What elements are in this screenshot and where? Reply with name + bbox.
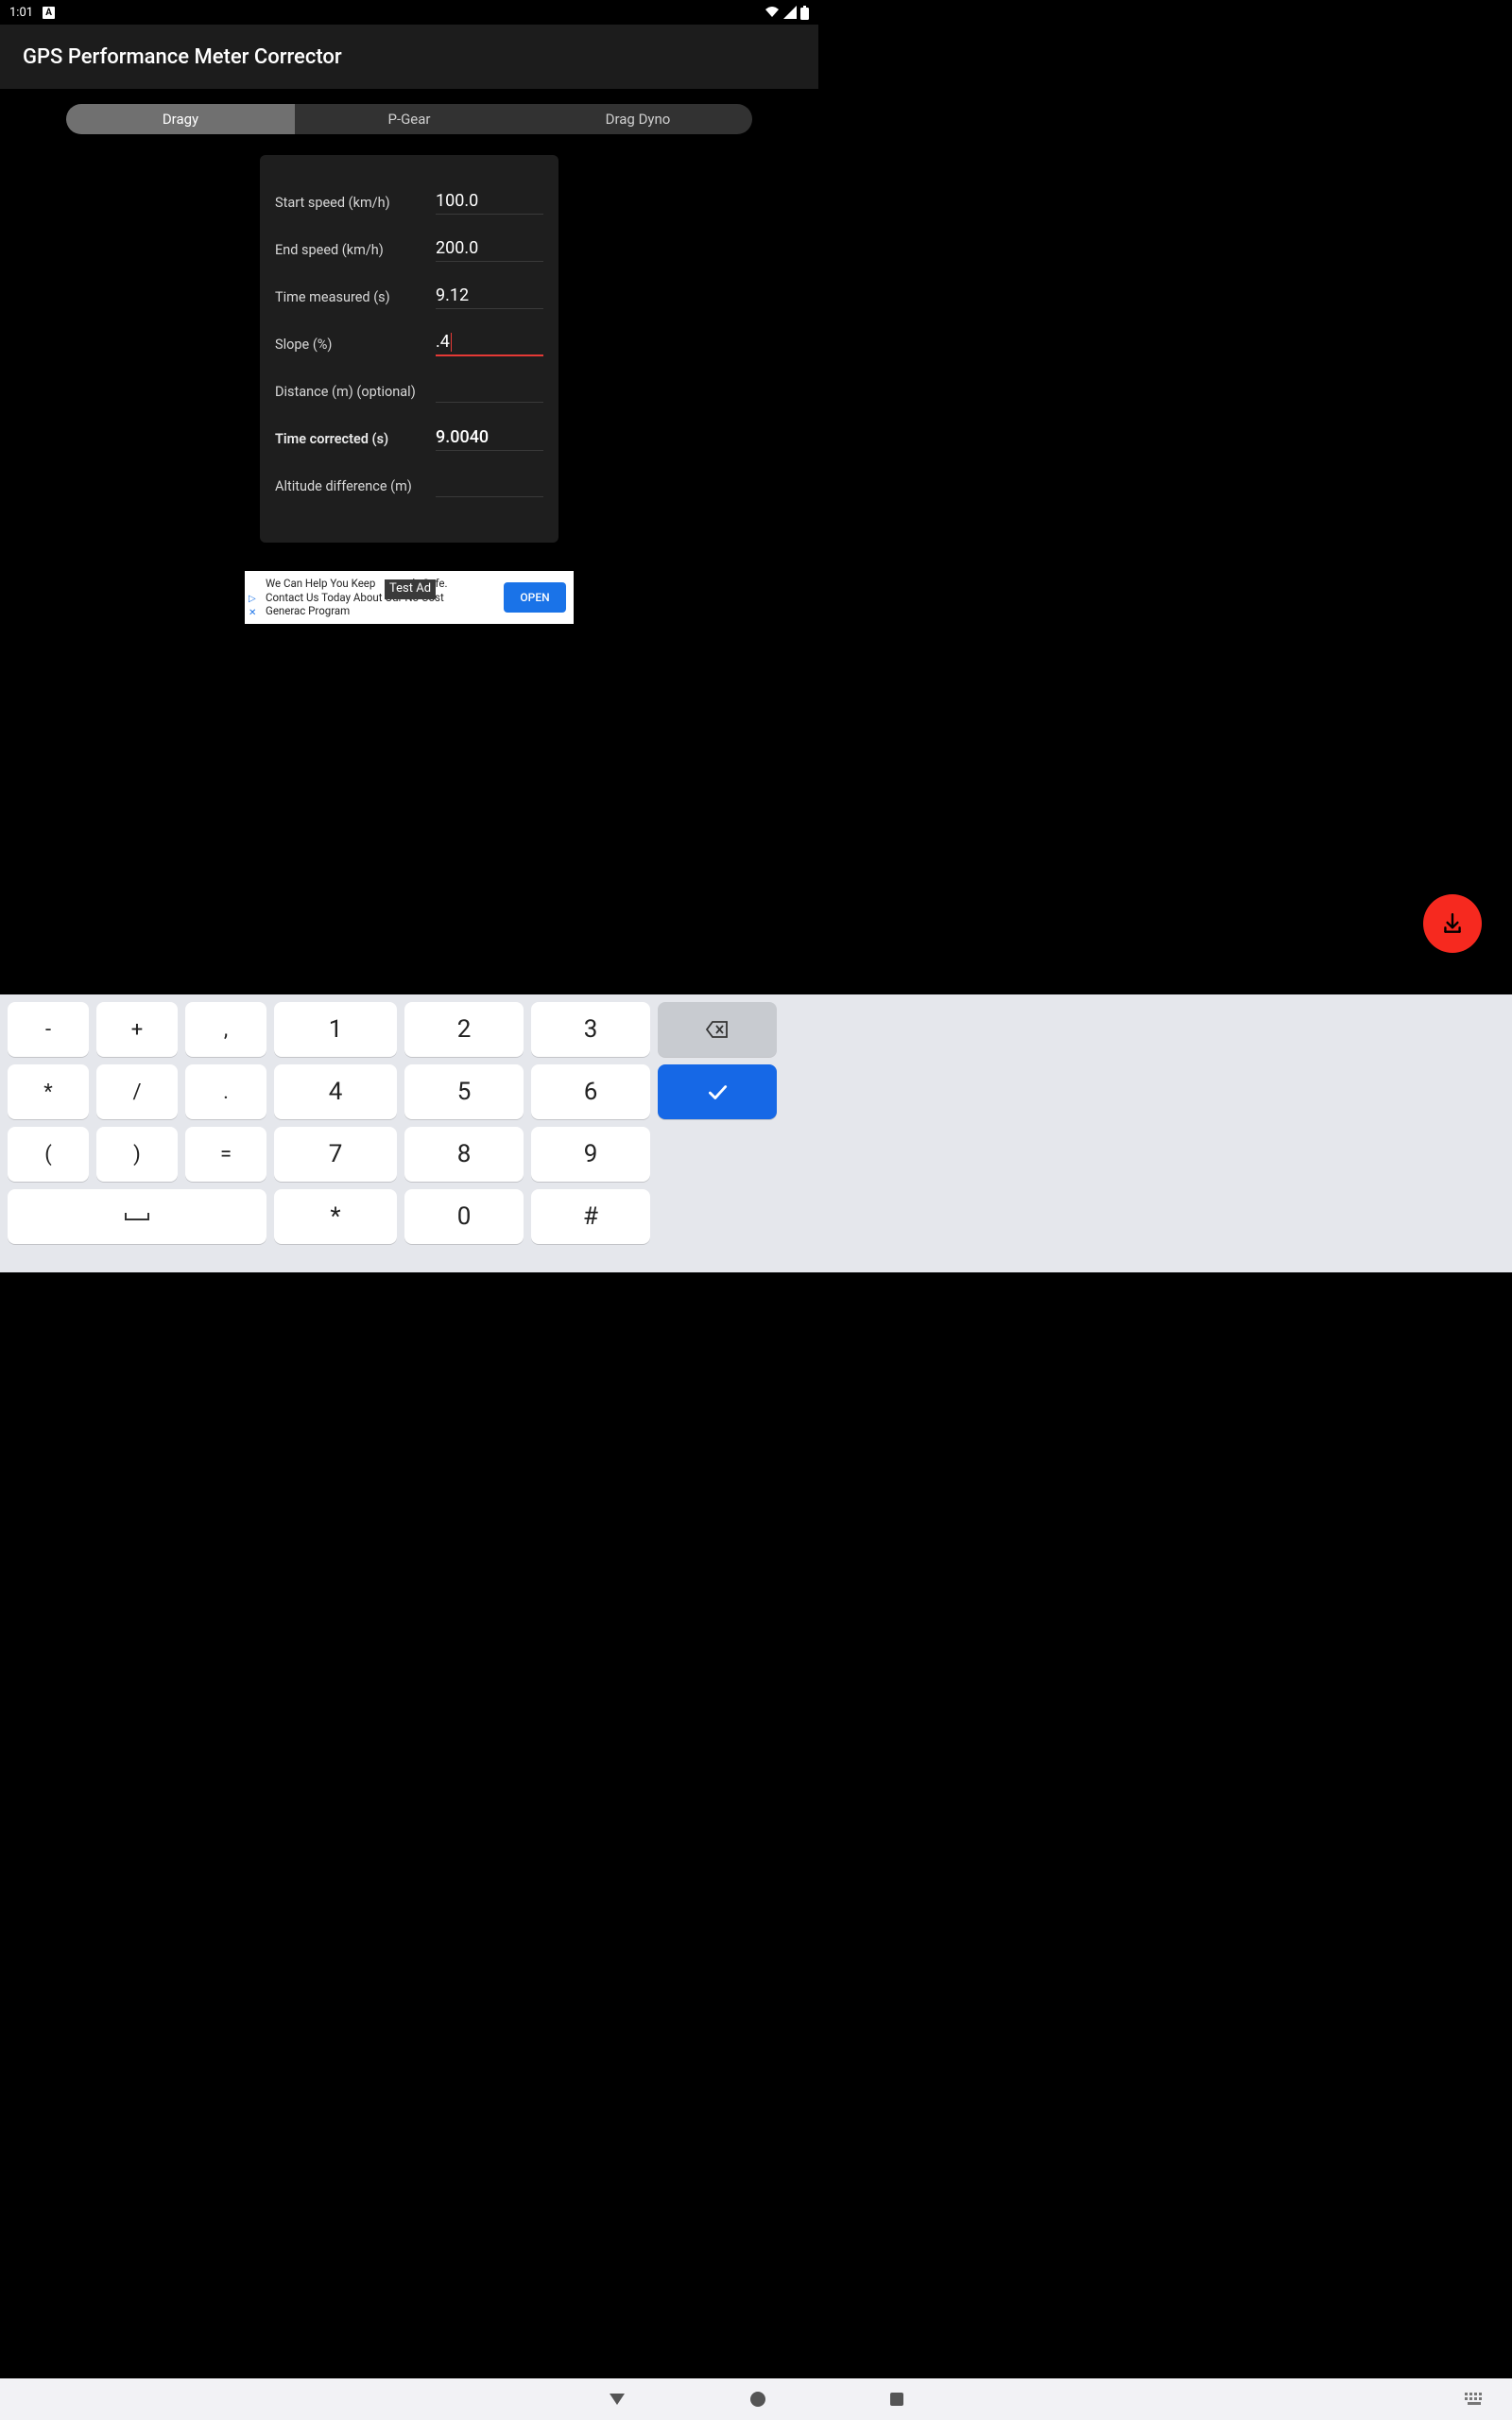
tab-strip: Dragy P-Gear Drag Dyno	[66, 104, 752, 134]
label-altitude-diff: Altitude difference (m)	[275, 478, 436, 494]
ad-badge: Test Ad	[385, 579, 436, 598]
key-comma[interactable]: ,	[185, 1002, 266, 1057]
key-6[interactable]: 6	[531, 1064, 650, 1119]
form-card: Start speed (km/h) 100.0 End speed (km/h…	[260, 155, 558, 543]
ad-open-button[interactable]: OPEN	[504, 582, 566, 613]
input-distance[interactable]	[436, 380, 543, 403]
nav-back-icon[interactable]	[608, 2390, 627, 2409]
kb-gap-4	[784, 1127, 852, 1182]
status-time: 1:01	[9, 6, 33, 20]
numeric-keyboard: - + , 1 2 3 * / . 4 5 6 ( ) = 7 8 9 *	[0, 994, 1512, 1272]
kb-gap-1	[784, 1002, 852, 1057]
key-hash[interactable]: #	[531, 1189, 650, 1244]
key-plus[interactable]: +	[96, 1002, 178, 1057]
android-nav-bar	[0, 2378, 1512, 2420]
kb-gap-6	[784, 1189, 852, 1244]
output-altitude-diff	[436, 475, 543, 497]
slope-value-text: .4	[436, 332, 450, 352]
key-minus[interactable]: -	[8, 1002, 89, 1057]
download-fab[interactable]	[1423, 894, 1482, 953]
key-equals[interactable]: =	[185, 1127, 266, 1182]
key-rparen[interactable]: )	[96, 1127, 178, 1182]
kb-gap-3	[658, 1127, 777, 1182]
app-header: GPS Performance Meter Corrector	[0, 25, 818, 89]
download-icon	[1440, 911, 1465, 936]
nav-keyboard-icon[interactable]	[1465, 2393, 1484, 2406]
key-lparen[interactable]: (	[8, 1127, 89, 1182]
input-end-speed[interactable]: 200.0	[436, 238, 543, 262]
ad-text: We Can Help You KeepTest Adly Safe. Cont…	[266, 577, 498, 617]
key-5[interactable]: 5	[404, 1064, 524, 1119]
key-7[interactable]: 7	[274, 1127, 397, 1182]
label-time-measured: Time measured (s)	[275, 289, 436, 305]
signal-icon	[783, 6, 797, 19]
ad-banner[interactable]: ▷ ✕ We Can Help You KeepTest Adly Safe. …	[245, 571, 574, 624]
key-backspace[interactable]	[658, 1002, 777, 1057]
input-time-measured[interactable]: 9.12	[436, 285, 543, 309]
tab-dragdyno[interactable]: Drag Dyno	[524, 104, 752, 134]
wifi-icon	[765, 6, 780, 19]
label-start-speed: Start speed (km/h)	[275, 195, 436, 211]
status-bar: 1:01 A	[0, 0, 818, 25]
key-dot[interactable]: .	[185, 1064, 266, 1119]
status-app-icon: A	[43, 7, 55, 19]
kb-gap-5	[658, 1189, 777, 1244]
input-slope[interactable]: .4	[436, 332, 543, 356]
key-0[interactable]: 0	[404, 1189, 524, 1244]
key-4[interactable]: 4	[274, 1064, 397, 1119]
nav-overview-icon[interactable]	[889, 2392, 904, 2407]
key-2[interactable]: 2	[404, 1002, 524, 1057]
page-title: GPS Performance Meter Corrector	[23, 45, 342, 69]
key-star[interactable]: *	[8, 1064, 89, 1119]
tab-pgear[interactable]: P-Gear	[295, 104, 524, 134]
label-time-corrected: Time corrected (s)	[275, 431, 436, 447]
space-icon	[124, 1211, 150, 1222]
battery-icon	[800, 6, 809, 20]
backspace-icon	[706, 1021, 729, 1038]
key-star2[interactable]: *	[274, 1189, 397, 1244]
key-slash[interactable]: /	[96, 1064, 178, 1119]
nav-home-icon[interactable]	[749, 2391, 766, 2408]
key-1[interactable]: 1	[274, 1002, 397, 1057]
input-start-speed[interactable]: 100.0	[436, 191, 543, 215]
check-icon	[705, 1080, 730, 1104]
key-8[interactable]: 8	[404, 1127, 524, 1182]
key-confirm[interactable]	[658, 1064, 777, 1119]
key-9[interactable]: 9	[531, 1127, 650, 1182]
label-end-speed: End speed (km/h)	[275, 242, 436, 258]
key-space[interactable]	[8, 1189, 266, 1244]
label-distance: Distance (m) (optional)	[275, 384, 436, 400]
output-time-corrected: 9.0040	[436, 427, 543, 451]
key-3[interactable]: 3	[531, 1002, 650, 1057]
ad-adchoices-icon[interactable]: ▷ ✕	[249, 594, 262, 620]
label-slope: Slope (%)	[275, 337, 436, 353]
tab-dragy[interactable]: Dragy	[66, 104, 295, 134]
kb-gap-2	[784, 1064, 852, 1119]
text-caret	[451, 333, 452, 352]
